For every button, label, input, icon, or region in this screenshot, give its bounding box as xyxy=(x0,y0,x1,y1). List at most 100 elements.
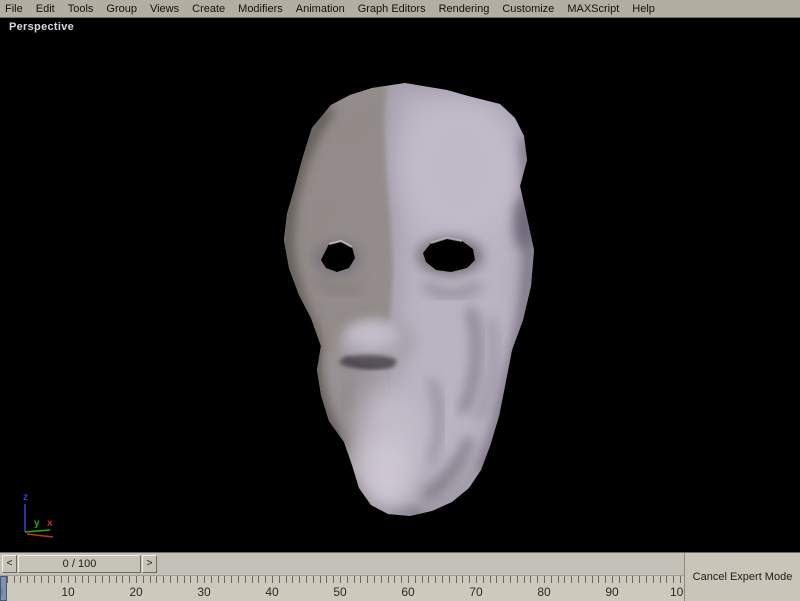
trackbar-tick xyxy=(381,576,382,583)
menu-tools[interactable]: Tools xyxy=(68,3,94,15)
frame-label-10: 10 xyxy=(61,585,74,599)
trackbar-tick xyxy=(422,576,423,583)
trackbar-tick xyxy=(646,576,647,583)
trackbar-tick xyxy=(170,576,171,583)
trackbar-tick xyxy=(177,576,178,583)
previous-frame-button[interactable]: < xyxy=(2,555,17,573)
perspective-viewport[interactable]: z y x Perspective xyxy=(0,18,800,552)
trackbar-tick xyxy=(598,576,599,583)
frame-label-70: 70 xyxy=(469,585,482,599)
trackbar-tick xyxy=(279,576,280,583)
trackbar-tick xyxy=(456,576,457,583)
trackbar-tick xyxy=(299,576,300,583)
trackbar-tick xyxy=(292,576,293,583)
trackbar-tick xyxy=(136,576,137,583)
trackbar-tick xyxy=(75,576,76,583)
trackbar-marker[interactable] xyxy=(0,576,7,601)
trackbar-tick xyxy=(564,576,565,583)
trackbar-tick xyxy=(116,576,117,583)
trackbar-tick xyxy=(605,576,606,583)
trackbar-tick xyxy=(313,576,314,583)
trackbar-tick xyxy=(88,576,89,583)
x-axis-label: x xyxy=(47,518,53,529)
menu-maxscript[interactable]: MAXScript xyxy=(567,3,619,15)
y-axis-label: y xyxy=(34,518,40,529)
trackbar-tick xyxy=(673,576,674,583)
trackbar-tick xyxy=(428,576,429,583)
trackbar-tick xyxy=(27,576,28,583)
trackbar-tick xyxy=(612,576,613,583)
trackbar-tick xyxy=(394,576,395,583)
menu-animation[interactable]: Animation xyxy=(296,3,345,15)
trackbar-tick xyxy=(68,576,69,583)
trackbar-tick xyxy=(48,576,49,583)
trackbar-tick xyxy=(503,576,504,583)
z-axis-label: z xyxy=(23,492,28,503)
trackbar-tick xyxy=(218,576,219,583)
trackbar-tick xyxy=(333,576,334,583)
next-frame-button[interactable]: > xyxy=(142,555,157,573)
trackbar-tick xyxy=(442,576,443,583)
trackbar-tick xyxy=(558,576,559,583)
trackbar-tick xyxy=(469,576,470,583)
menu-create[interactable]: Create xyxy=(192,3,225,15)
trackbar-tick xyxy=(354,576,355,583)
trackbar-tick xyxy=(367,576,368,583)
menu-rendering[interactable]: Rendering xyxy=(439,3,490,15)
menu-views[interactable]: Views xyxy=(150,3,179,15)
menu-modifiers[interactable]: Modifiers xyxy=(238,3,283,15)
menu-customize[interactable]: Customize xyxy=(502,3,554,15)
menu-bar: File Edit Tools Group Views Create Modifiers An… xyxy=(0,0,800,18)
trackbar-tick xyxy=(34,576,35,583)
trackbar-tick xyxy=(61,576,62,583)
frame-label-20: 20 xyxy=(129,585,142,599)
trackbar-tick xyxy=(496,576,497,583)
menu-edit[interactable]: Edit xyxy=(36,3,55,15)
trackbar-tick xyxy=(476,576,477,583)
trackbar-tick xyxy=(340,576,341,583)
frame-label-80: 80 xyxy=(537,585,550,599)
menu-graph-editors[interactable]: Graph Editors xyxy=(358,3,426,15)
mask-model[interactable]: z y x xyxy=(0,18,800,552)
trackbar-tick xyxy=(388,576,389,583)
trackbar-tick xyxy=(54,576,55,583)
menu-group[interactable]: Group xyxy=(106,3,137,15)
trackbar-tick xyxy=(184,576,185,583)
trackbar-tick xyxy=(265,576,266,583)
trackbar-tick xyxy=(530,576,531,583)
trackbar-tick xyxy=(306,576,307,583)
trackbar-tick xyxy=(41,576,42,583)
trackbar-tick xyxy=(524,576,525,583)
time-slider-handle[interactable]: 0 / 100 xyxy=(18,555,141,573)
trackbar-tick xyxy=(462,576,463,583)
track-bar[interactable]: 0102030405060708090100 xyxy=(0,575,684,601)
axis-tripod: z y x xyxy=(23,492,53,537)
cancel-expert-mode-button[interactable]: Cancel Expert Mode xyxy=(684,553,800,601)
trackbar-tick xyxy=(517,576,518,583)
frame-label-90: 90 xyxy=(605,585,618,599)
trackbar-tick xyxy=(653,576,654,583)
trackbar-tick xyxy=(197,576,198,583)
trackbar-tick xyxy=(190,576,191,583)
trackbar-tick xyxy=(551,576,552,583)
trackbar-tick xyxy=(666,576,667,583)
frame-label-100: 100 xyxy=(670,585,684,599)
trackbar-tick xyxy=(14,576,15,583)
viewport-label[interactable]: Perspective xyxy=(9,21,74,33)
time-slider-row: < 0 / 100 > xyxy=(0,553,684,575)
trackbar-tick xyxy=(129,576,130,583)
frame-label-40: 40 xyxy=(265,585,278,599)
trackbar-tick xyxy=(156,576,157,583)
trackbar-tick xyxy=(537,576,538,583)
menu-help[interactable]: Help xyxy=(632,3,655,15)
trackbar-tick xyxy=(102,576,103,583)
trackbar-tick xyxy=(109,576,110,583)
menu-file[interactable]: File xyxy=(5,3,23,15)
trackbar-tick xyxy=(326,576,327,583)
trackbar-tick xyxy=(272,576,273,583)
trackbar-tick xyxy=(544,576,545,583)
trackbar-tick xyxy=(258,576,259,583)
trackbar-tick xyxy=(639,576,640,583)
trackbar-tick xyxy=(585,576,586,583)
trackbar-tick xyxy=(680,576,681,583)
